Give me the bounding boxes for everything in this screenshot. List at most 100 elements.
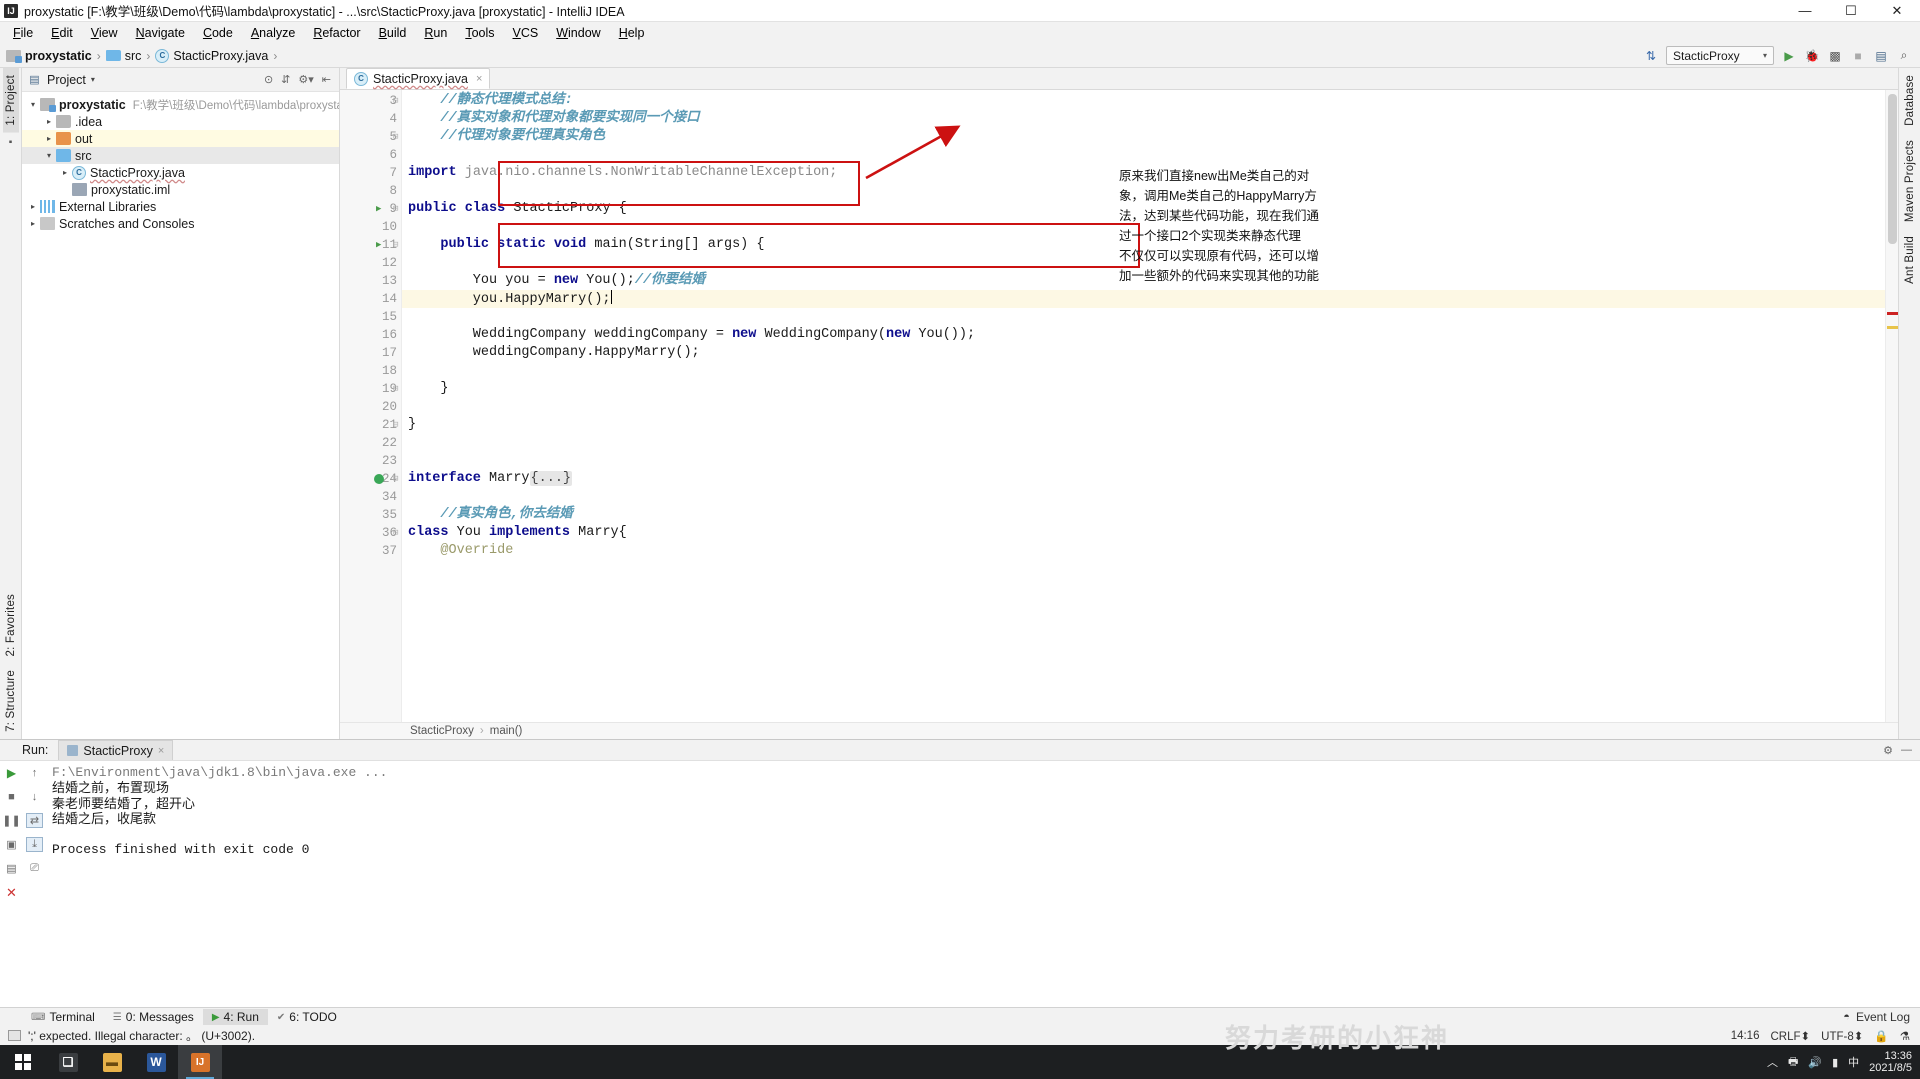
code-line[interactable] bbox=[402, 452, 1885, 470]
gutter-line[interactable]: 37 bbox=[340, 542, 401, 560]
editor-scrollbar[interactable] bbox=[1885, 90, 1898, 722]
warning-stripe-marker[interactable] bbox=[1887, 326, 1898, 329]
gutter-line[interactable]: 34 bbox=[340, 488, 401, 506]
soft-wrap-icon[interactable]: ⇄ bbox=[26, 813, 43, 828]
gutter-line[interactable]: 14 bbox=[340, 290, 401, 308]
rerun-icon[interactable]: ▶ bbox=[3, 765, 20, 780]
chevron-right-icon[interactable]: ▸ bbox=[26, 219, 40, 228]
tree-item-external-libraries[interactable]: ▸ External Libraries bbox=[22, 198, 339, 215]
updates-icon[interactable]: ⇅ bbox=[1643, 48, 1659, 64]
menu-item-window[interactable]: Window bbox=[547, 24, 609, 42]
up-arrow-icon[interactable]: ↑ bbox=[26, 765, 43, 780]
menu-item-help[interactable]: Help bbox=[610, 24, 654, 42]
line-number-gutter[interactable]: 3 ⊟ 4 5 ⊟ 6 7 8 9 ▶ ⊟ 10 11 ▶ ⊟ 12 13 14 15 16 17 18 19 ⊟ 20 21 ⊟ 2… bbox=[340, 90, 402, 722]
code-line[interactable]: you.HappyMarry(); bbox=[402, 290, 1885, 308]
settings-gear-icon[interactable]: ⚙ bbox=[1883, 744, 1893, 757]
gutter-line[interactable]: 12 bbox=[340, 254, 401, 272]
fold-toggle-icon[interactable]: ⊟ bbox=[393, 528, 398, 538]
breadcrumb-file[interactable]: StacticProxy.java bbox=[173, 49, 268, 63]
menu-item-analyze[interactable]: Analyze bbox=[242, 24, 304, 42]
gutter-line[interactable]: 16 bbox=[340, 326, 401, 344]
chevron-down-icon[interactable]: ▾ bbox=[26, 100, 40, 109]
error-stripe-marker[interactable] bbox=[1887, 312, 1898, 315]
code-line[interactable]: } bbox=[402, 380, 1885, 398]
close-icon[interactable]: × bbox=[476, 73, 482, 85]
breadcrumb-method[interactable]: main() bbox=[490, 725, 523, 737]
code-line[interactable] bbox=[402, 308, 1885, 326]
code-line[interactable]: @Override bbox=[402, 542, 1885, 560]
caret-position[interactable]: 14:16 bbox=[1731, 1030, 1760, 1042]
line-separator[interactable]: CRLF⬍ bbox=[1770, 1029, 1810, 1043]
close-icon[interactable]: ✕ bbox=[3, 885, 20, 900]
start-button[interactable] bbox=[0, 1045, 46, 1079]
menu-item-edit[interactable]: Edit bbox=[42, 24, 82, 42]
chevron-right-icon[interactable]: ▸ bbox=[26, 202, 40, 211]
gutter-line[interactable]: 21 ⊟ bbox=[340, 416, 401, 434]
fold-toggle-icon[interactable]: ⊟ bbox=[393, 420, 398, 430]
run-button[interactable]: ▶ bbox=[1781, 48, 1797, 64]
run-gutter-icon[interactable]: ▶ bbox=[376, 204, 381, 214]
chevron-down-icon[interactable]: ▾ bbox=[42, 151, 56, 160]
taskbar-task-view-button[interactable]: ❏ bbox=[46, 1045, 90, 1079]
code-line[interactable]: weddingCompany.HappyMarry(); bbox=[402, 344, 1885, 362]
gutter-line[interactable]: 9 ▶ ⊟ bbox=[340, 200, 401, 218]
code-line[interactable]: //静态代理模式总结: bbox=[402, 92, 1885, 110]
code-line[interactable]: class You implements Marry{ bbox=[402, 524, 1885, 542]
code-line[interactable] bbox=[402, 398, 1885, 416]
gutter-line[interactable]: 20 bbox=[340, 398, 401, 416]
network-icon[interactable]: ▮ bbox=[1832, 1056, 1838, 1069]
collapse-all-icon[interactable]: ⇵ bbox=[281, 73, 290, 86]
menu-item-file[interactable]: File bbox=[4, 24, 42, 42]
chevron-right-icon[interactable]: ▸ bbox=[58, 168, 72, 177]
gutter-line[interactable]: 6 bbox=[340, 146, 401, 164]
gutter-line[interactable]: 22 bbox=[340, 434, 401, 452]
tree-item-idea[interactable]: ▸ .idea bbox=[22, 113, 339, 130]
sidebar-item-structure[interactable]: 7: Structure bbox=[3, 663, 19, 739]
gutter-line[interactable]: 18 bbox=[340, 362, 401, 380]
locate-icon[interactable]: ⊙ bbox=[264, 73, 273, 86]
maximize-button[interactable]: ☐ bbox=[1828, 0, 1874, 21]
menu-item-vcs[interactable]: VCS bbox=[504, 24, 548, 42]
status-tab-0-messages[interactable]: ☰ 0: Messages bbox=[104, 1009, 203, 1025]
stop-button[interactable]: ■ bbox=[1850, 48, 1866, 64]
gutter-line[interactable]: 24 ⊟ bbox=[340, 470, 401, 488]
tree-item-scratches-and-consoles[interactable]: ▸ Scratches and Consoles bbox=[22, 215, 339, 232]
gutter-line[interactable]: 3 ⊟ bbox=[340, 92, 401, 110]
gutter-line[interactable]: 13 bbox=[340, 272, 401, 290]
code-line[interactable] bbox=[402, 146, 1885, 164]
console-output[interactable]: F:\Environment\java\jdk1.8\bin\java.exe … bbox=[46, 761, 1920, 1007]
breadcrumb-project[interactable]: proxystatic bbox=[25, 49, 92, 63]
coverage-button[interactable]: ▩ bbox=[1827, 48, 1843, 64]
camera-icon[interactable]: ▤ bbox=[3, 861, 20, 876]
settings-gear-icon[interactable]: ⚙▾ bbox=[298, 73, 313, 86]
menu-item-tools[interactable]: Tools bbox=[456, 24, 503, 42]
status-tab-terminal[interactable]: ⌨ Terminal bbox=[22, 1009, 104, 1025]
gutter-line[interactable]: 23 bbox=[340, 452, 401, 470]
taskbar-intellij-idea[interactable]: IJ bbox=[178, 1045, 222, 1079]
fold-toggle-icon[interactable]: ⊟ bbox=[393, 204, 398, 214]
tree-item-stacticproxy-java[interactable]: ▸ C StacticProxy.java bbox=[22, 164, 339, 181]
menu-item-view[interactable]: View bbox=[82, 24, 127, 42]
close-icon[interactable]: × bbox=[158, 745, 164, 757]
run-tab-stacticproxy[interactable]: StacticProxy × bbox=[58, 740, 174, 760]
tree-item-src[interactable]: ▾ src bbox=[22, 147, 339, 164]
run-gutter-icon[interactable]: ▶ bbox=[376, 240, 381, 250]
event-log-button[interactable]: ◓ Event Log bbox=[1843, 1010, 1920, 1024]
down-arrow-icon[interactable]: ↓ bbox=[26, 789, 43, 804]
editor-tab-stacticproxy[interactable]: C StacticProxy.java × bbox=[346, 68, 491, 89]
chevron-right-icon[interactable]: ▸ bbox=[42, 134, 56, 143]
scrollbar-thumb[interactable] bbox=[1888, 94, 1897, 244]
input-method-icon[interactable]: 中 bbox=[1848, 1054, 1859, 1070]
menu-item-run[interactable]: Run bbox=[415, 24, 456, 42]
menu-item-code[interactable]: Code bbox=[194, 24, 242, 42]
sidebar-item-project[interactable]: 1: Project bbox=[2, 68, 19, 133]
status-tab-6-todo[interactable]: ✔ 6: TODO bbox=[268, 1009, 346, 1025]
fold-toggle-icon[interactable]: ⊟ bbox=[393, 474, 398, 484]
chevron-right-icon[interactable]: ▸ bbox=[42, 117, 56, 126]
code-line[interactable] bbox=[402, 434, 1885, 452]
code-line[interactable]: WeddingCompany weddingCompany = new Wedd… bbox=[402, 326, 1885, 344]
chevron-down-icon[interactable]: ▾ bbox=[91, 75, 95, 84]
breadcrumb-folder[interactable]: src bbox=[125, 49, 142, 63]
print-icon[interactable]: ▣ bbox=[3, 837, 20, 852]
gutter-line[interactable]: 5 ⊟ bbox=[340, 128, 401, 146]
